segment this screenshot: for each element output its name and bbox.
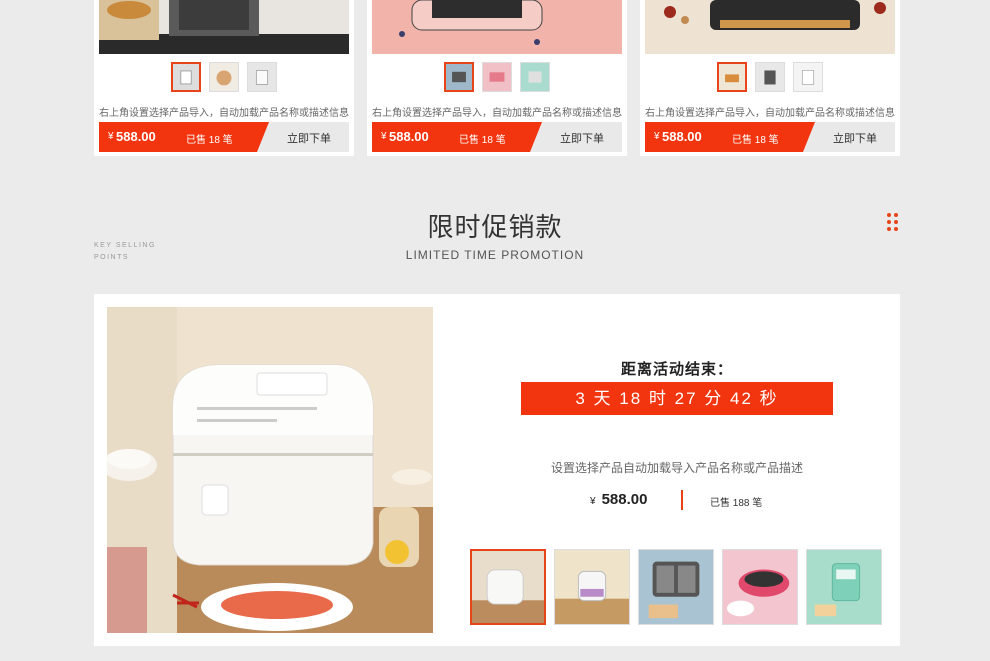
promotion-thumbnail[interactable] [638,549,714,625]
sold-count: 已售 18 笔 [459,135,506,146]
price-value: 588.00 [389,129,429,144]
currency-symbol: ¥ [654,131,660,142]
promotion-thumbnail[interactable] [470,549,546,625]
sold-count: 已售 188 笔 [710,498,763,509]
product-card[interactable]: 右上角设置选择产品导入，自动加载产品名称或描述信息 ¥ 588.00 已售 18… [640,0,900,156]
promotion-main-image[interactable] [107,307,433,633]
promotion-thumbnail[interactable] [554,549,630,625]
promotion-price: ¥588.00 [590,491,647,508]
key-selling-points-line: KEY SELLING [94,242,156,249]
thumbnail[interactable] [755,62,785,92]
price-value: 588.00 [601,491,648,508]
countdown-label: 距离活动结束： [620,361,733,378]
product-card[interactable]: 右上角设置选择产品导入，自动加载产品名称或描述信息 ¥ 588.00 已售 18… [94,0,354,156]
promotion-description: 设置选择产品自动加载导入产品名称或产品描述 [550,461,803,475]
thumbnail-row [640,62,900,92]
promotion-thumbnail[interactable] [806,549,882,625]
price-tag: ¥ 588.00 已售 18 笔 [645,122,815,152]
thumbnail-row [94,62,354,92]
countdown-timer: 3 天 18 时 27 分 42 秒 [521,382,833,415]
buy-now-button[interactable]: 立即下单 [815,130,895,146]
key-selling-points-line: POINTS [94,254,130,261]
product-description: 右上角设置选择产品导入，自动加载产品名称或描述信息 [645,108,895,119]
section-title: 限时促销款 [427,212,563,242]
thumbnail[interactable] [247,62,277,92]
thumbnail[interactable] [717,62,747,92]
product-card[interactable]: 右上角设置选择产品导入，自动加载产品名称或描述信息 ¥ 588.00 已售 18… [367,0,627,156]
thumbnail[interactable] [444,62,474,92]
promotion-panel: 距离活动结束： 3 天 18 时 27 分 42 秒 设置选择产品自动加载导入产… [94,294,900,646]
product-image[interactable] [645,0,895,54]
currency-symbol: ¥ [590,496,596,507]
product-image[interactable] [99,0,349,54]
thumbnail[interactable] [171,62,201,92]
sold-count: 已售 18 笔 [732,135,779,146]
thumbnail[interactable] [209,62,239,92]
product-description: 右上角设置选择产品导入，自动加载产品名称或描述信息 [99,108,349,119]
buy-now-button[interactable]: 立即下单 [269,130,349,146]
price-tag: ¥ 588.00 已售 18 笔 [99,122,269,152]
currency-symbol: ¥ [108,131,114,142]
dots-grid-icon[interactable] [887,213,901,231]
price-bar: ¥ 588.00 已售 18 笔 立即下单 [372,122,622,152]
price-value: 588.00 [116,129,156,144]
currency-symbol: ¥ [381,131,387,142]
promotion-thumbnail-row [470,549,882,625]
key-selling-points: KEY SELLING POINTS [94,240,156,264]
thumbnail[interactable] [520,62,550,92]
thumbnail-row [367,62,627,92]
thumbnail[interactable] [482,62,512,92]
thumbnail[interactable] [793,62,823,92]
product-description: 右上角设置选择产品导入，自动加载产品名称或描述信息 [372,108,622,119]
product-image[interactable] [372,0,622,54]
price-bar: ¥ 588.00 已售 18 笔 立即下单 [645,122,895,152]
price-value: 588.00 [662,129,702,144]
buy-now-button[interactable]: 立即下单 [542,130,622,146]
price-tag: ¥ 588.00 已售 18 笔 [372,122,542,152]
sold-count: 已售 18 笔 [186,135,233,146]
price-divider [681,490,683,510]
promotion-thumbnail[interactable] [722,549,798,625]
price-bar: ¥ 588.00 已售 18 笔 立即下单 [99,122,349,152]
